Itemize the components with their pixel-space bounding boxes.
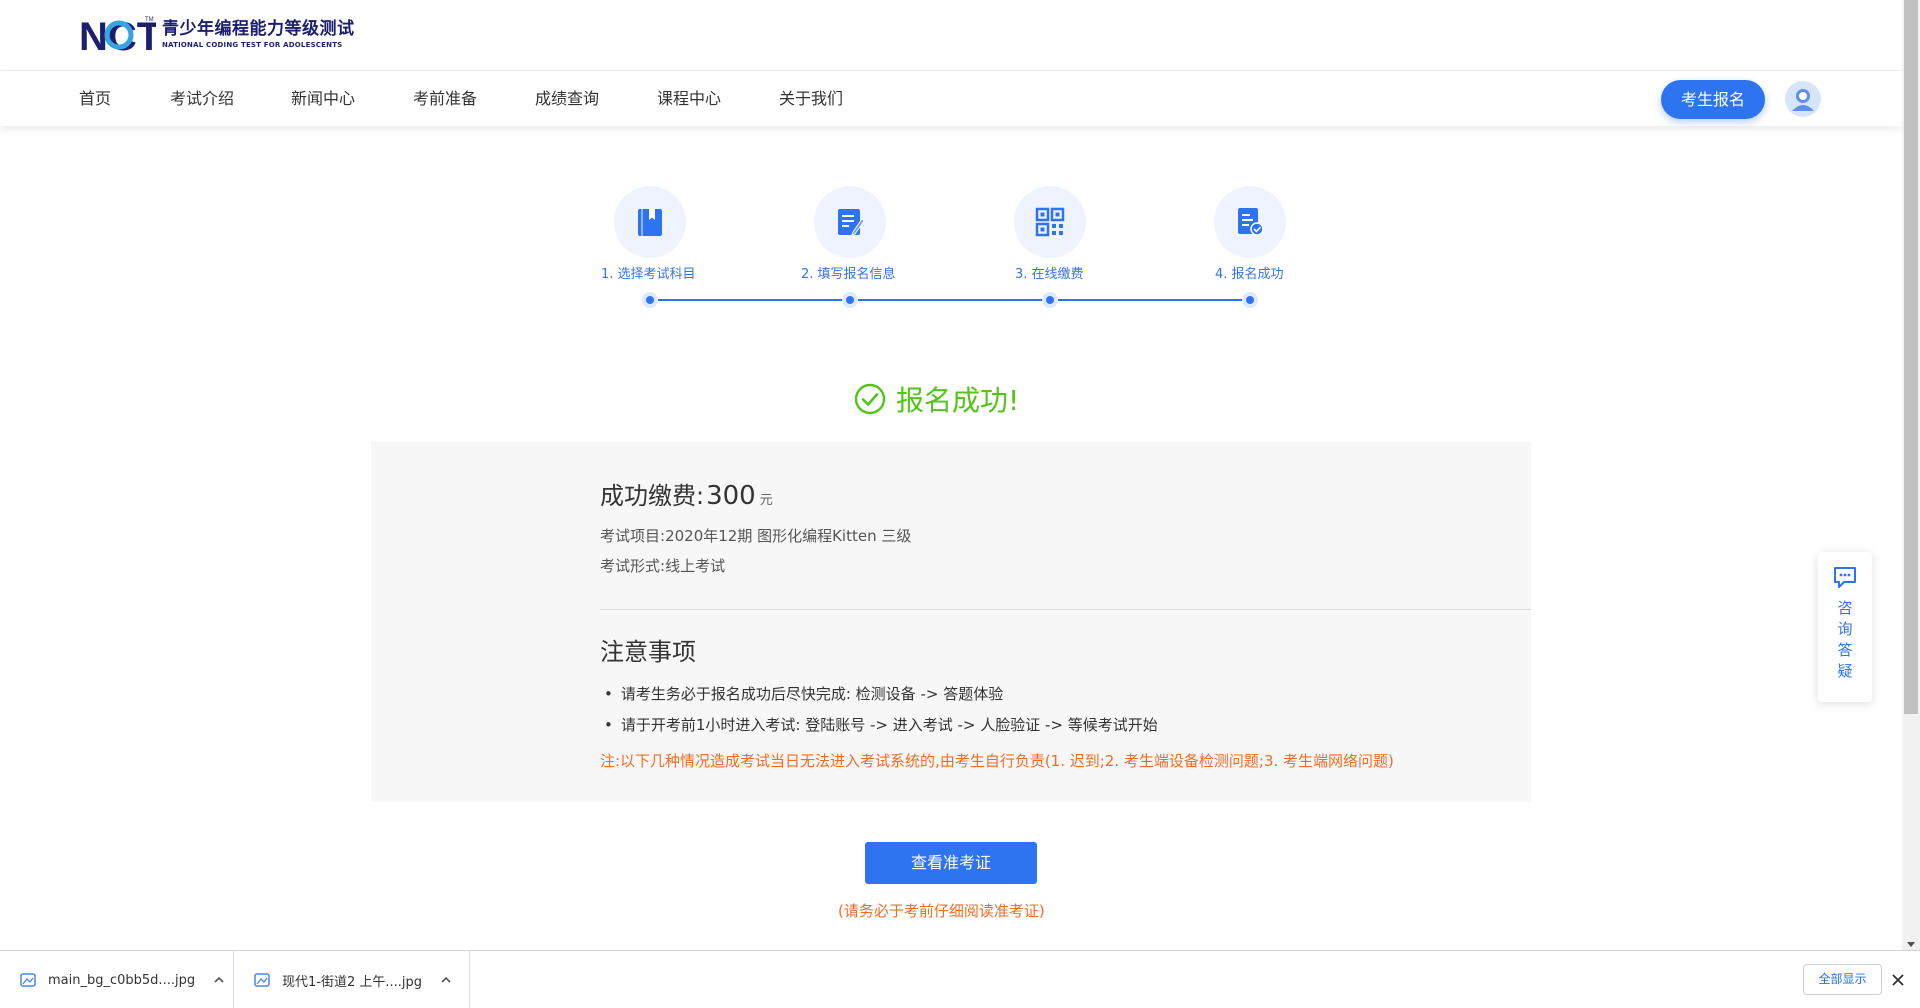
step-4-dot — [1242, 292, 1258, 308]
edit-form-icon — [838, 209, 865, 236]
step-4-label: 4. 报名成功 — [1215, 267, 1284, 282]
download-bar: main_bg_c0bb5d....jpg 现代1-街道2 上午....jpg … — [0, 950, 1920, 1008]
svg-text:TM: TM — [145, 17, 154, 23]
consult-widget[interactable]: 咨询答疑 — [1818, 552, 1872, 702]
paid-amount: 300 — [706, 481, 756, 511]
check-circle-icon — [854, 383, 886, 415]
image-file-icon — [20, 973, 36, 987]
notice-item: 请考生务必于报名成功后尽快完成: 检测设备 -> 答题体验 — [604, 683, 1003, 704]
download-file-name: 现代1-街道2 上午....jpg — [282, 974, 423, 990]
step-1-circle — [614, 186, 686, 258]
image-file-icon — [254, 973, 270, 987]
view-admission-ticket-button[interactable]: 查看准考证 — [865, 842, 1037, 884]
download-item[interactable]: main_bg_c0bb5d....jpg — [0, 951, 234, 1008]
logo-title-cn: 青少年编程能力等级测试 — [162, 19, 355, 39]
site-header: NCT TM 青少年编程能力等级测试 NATIONAL CODING TEST … — [0, 0, 1902, 71]
page-scrollbar[interactable] — [1902, 0, 1920, 950]
main-nav: 首页 考试介绍 新闻中心 考前准备 成绩查询 课程中心 关于我们 考生报名 — [0, 71, 1902, 126]
nct-logo-mark: NCT TM — [79, 12, 161, 59]
step-connector-1 — [658, 299, 850, 301]
exam-format-row: 考试形式:线上考试 — [600, 555, 725, 576]
notice-title: 注意事项 — [600, 638, 696, 666]
paid-label: 成功缴费: — [600, 482, 705, 510]
payment-info-panel — [371, 442, 1531, 802]
avatar[interactable] — [1785, 81, 1821, 117]
step-4-circle — [1214, 186, 1286, 258]
exam-format-label: 考试形式: — [600, 557, 666, 575]
document-check-icon — [1238, 208, 1264, 236]
scrollbar-thumb[interactable] — [1904, 0, 1918, 714]
step-3-circle — [1014, 186, 1086, 258]
step-3-label: 3. 在线缴费 — [1015, 267, 1084, 282]
payment-summary: 成功缴费:300 元 — [600, 476, 773, 511]
chevron-up-icon[interactable] — [438, 972, 454, 988]
close-icon[interactable] — [1890, 972, 1906, 988]
exam-project-value: 2020年12期 图形化编程Kitten 三级 — [665, 527, 912, 545]
step-2-circle — [814, 186, 886, 258]
show-all-downloads-button[interactable]: 全部显示 — [1803, 964, 1882, 995]
qr-code-icon — [1035, 207, 1065, 237]
nav-item-exam-prep[interactable]: 考前准备 — [413, 71, 477, 126]
user-avatar-icon — [1785, 81, 1821, 117]
notice-warning: 注:以下几种情况造成考试当日无法进入考试系统的,由考生自行负责(1. 迟到;2.… — [600, 752, 1394, 770]
nav-item-score-query[interactable]: 成绩查询 — [535, 71, 599, 126]
nav-item-courses[interactable]: 课程中心 — [657, 71, 721, 126]
step-2-label: 2. 填写报名信息 — [801, 267, 896, 282]
signup-button[interactable]: 考生报名 — [1661, 80, 1765, 119]
book-icon — [638, 209, 662, 236]
consult-label: 咨询答疑 — [1837, 599, 1853, 680]
scroll-down-arrow-icon[interactable] — [1907, 942, 1915, 947]
logo-title-en: NATIONAL CODING TEST FOR ADOLESCENTS — [162, 41, 343, 49]
step-2-dot — [842, 292, 858, 308]
exam-format-value: 线上考试 — [665, 557, 726, 575]
chat-bubble-icon — [1834, 567, 1856, 588]
step-connector-3 — [1058, 299, 1250, 301]
download-item[interactable]: 现代1-街道2 上午....jpg — [234, 951, 470, 1008]
step-1-label: 1. 选择考试科目 — [601, 267, 696, 282]
notice-item: 请于开考前1小时进入考试: 登陆账号 -> 进入考试 -> 人脸验证 -> 等候… — [604, 714, 1158, 735]
paid-unit: 元 — [759, 493, 773, 508]
admission-note: (请务必于考前仔细阅读准考证) — [838, 902, 1045, 920]
step-3-dot — [1042, 292, 1058, 308]
exam-project-row: 考试项目:2020年12期 图形化编程Kitten 三级 — [600, 525, 911, 546]
success-title: 报名成功! — [854, 379, 1019, 419]
site-logo[interactable]: NCT TM 青少年编程能力等级测试 NATIONAL CODING TEST … — [79, 12, 355, 59]
panel-divider — [600, 609, 1531, 610]
nav-item-news[interactable]: 新闻中心 — [291, 71, 355, 126]
step-1-dot — [642, 292, 658, 308]
nav-item-exam-intro[interactable]: 考试介绍 — [170, 71, 234, 126]
chevron-up-icon[interactable] — [211, 972, 227, 988]
nav-item-about[interactable]: 关于我们 — [779, 71, 843, 126]
nav-item-home[interactable]: 首页 — [79, 71, 111, 126]
success-text: 报名成功! — [896, 384, 1020, 417]
step-connector-2 — [858, 299, 1050, 301]
exam-project-label: 考试项目: — [600, 527, 666, 545]
download-file-name: main_bg_c0bb5d....jpg — [48, 972, 196, 988]
